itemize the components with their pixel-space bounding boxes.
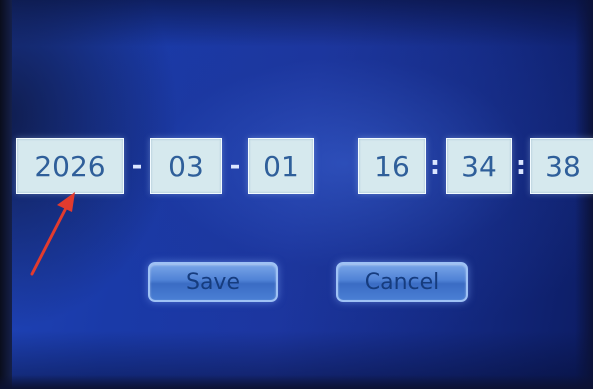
annotation-arrow-icon bbox=[30, 192, 75, 276]
datetime-settings-screen: 2026 - 03 - 01 16 : 34 : 38 Save Cancel bbox=[0, 0, 593, 389]
